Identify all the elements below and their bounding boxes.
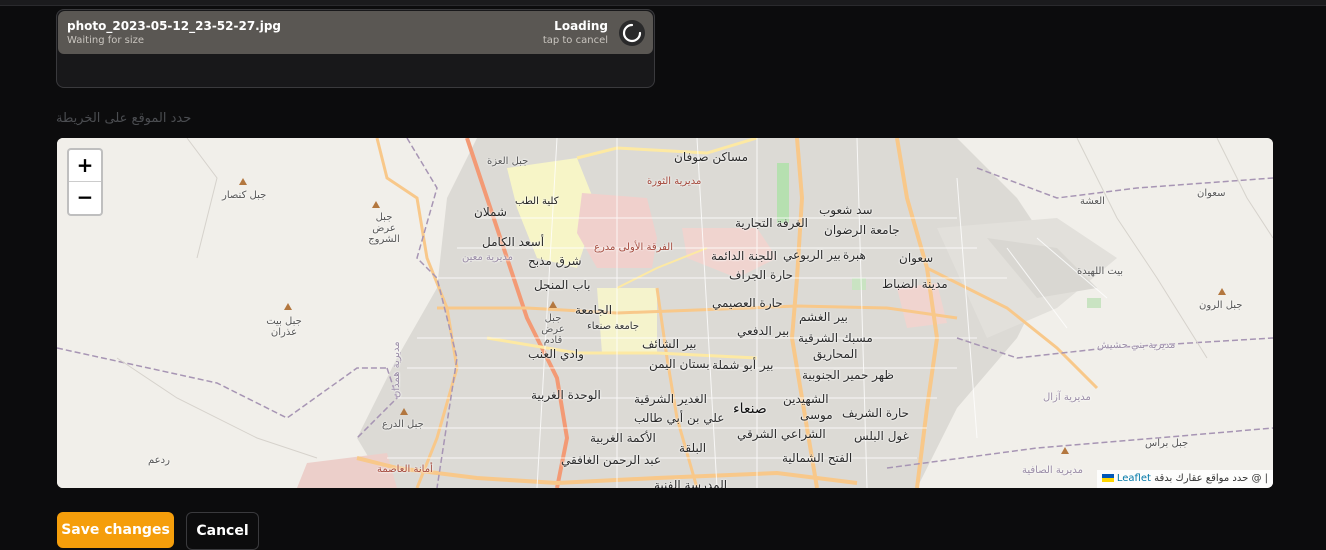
upload-status: Loading xyxy=(554,19,608,33)
cancel-button[interactable]: Cancel xyxy=(186,512,259,550)
place-label: مدينة الضباط xyxy=(882,277,948,291)
place-label: الفرقة الأولى مدرع xyxy=(594,242,673,253)
place-label: علي بن أبي طالب xyxy=(634,411,725,425)
file-name: photo_2023-05-12_23-52-27.jpg xyxy=(67,19,282,33)
place-label: جبل براس xyxy=(1145,438,1189,449)
file-size-status: Waiting for size xyxy=(67,35,145,46)
zoom-control: + − xyxy=(67,148,103,216)
place-label: مديرية آزال xyxy=(1043,392,1091,403)
place-label: جبل بيت عذران xyxy=(266,316,302,338)
place-label: الفتح الشمالية xyxy=(782,451,853,465)
place-label: جبل الرون xyxy=(1199,300,1243,311)
place-label: جبل الدرع xyxy=(382,419,424,430)
peak-icon xyxy=(549,301,557,308)
place-label: بير الشائف xyxy=(642,337,697,351)
place-label: باب المنجل xyxy=(534,278,591,292)
place-label: مديرية بني حشيش xyxy=(1097,340,1176,351)
place-label: موسى xyxy=(800,408,833,422)
place-label: حارة العصيمي xyxy=(712,296,783,310)
place-label: حارة الشريف xyxy=(842,406,910,420)
place-label: الجامعة xyxy=(575,303,613,317)
place-label: جامعة صنعاء xyxy=(587,321,640,332)
map-instruction-label: حدد الموقع على الخريطة xyxy=(56,111,192,126)
place-label: مديرية همدان xyxy=(391,341,402,398)
place-label: الشراعي الشرقي xyxy=(737,427,826,441)
place-label: صنعاء xyxy=(733,401,767,417)
place-label: البلقة xyxy=(679,441,707,455)
map-attribution: Leaflet حدد مواقع عقارك بدقة @ | xyxy=(1096,470,1273,488)
place-label: الشهيدين xyxy=(783,392,829,406)
cancel-hint: tap to cancel xyxy=(542,35,608,46)
place-label: شرق مذبح xyxy=(528,254,582,268)
peak-icon xyxy=(239,178,247,185)
place-label: مساكن صوفان xyxy=(674,150,749,164)
place-label: شملان xyxy=(474,205,507,219)
file-upload-panel[interactable]: photo_2023-05-12_23-52-27.jpg Waiting fo… xyxy=(56,9,655,88)
place-label: بيت اللهيدة xyxy=(1077,266,1124,277)
ukraine-flag-icon xyxy=(1101,474,1114,482)
place-label: كلية الطب xyxy=(515,196,559,207)
place-label: مديرية الصافية xyxy=(1022,465,1083,476)
peak-icon xyxy=(1218,288,1226,295)
place-label: بير أبو شملة xyxy=(712,358,774,372)
place-label: أمانة العاصمة xyxy=(377,464,433,475)
place-label: جبل كنصار xyxy=(222,190,267,201)
top-border xyxy=(0,0,1326,6)
place-label: مديرية معين xyxy=(462,252,514,263)
place-label: جبل عرض الشروج xyxy=(368,212,400,245)
place-label: هبرة xyxy=(843,248,866,262)
zoom-out-button[interactable]: − xyxy=(69,182,101,213)
peak-icon xyxy=(400,408,408,415)
zoom-in-button[interactable]: + xyxy=(69,150,101,182)
location-map[interactable]: مساكن صوفان مديرية الثورة كلية الطب شملا… xyxy=(57,138,1273,488)
place-label: مديرية الثورة xyxy=(647,176,702,187)
place-label: بستان اليمن xyxy=(649,357,710,371)
peak-icon xyxy=(284,303,292,310)
place-label: جبل عرض قادم xyxy=(541,313,565,346)
peak-icon xyxy=(372,201,380,208)
place-label: العشة xyxy=(1080,196,1105,207)
place-label: اللجنة الدائمة xyxy=(711,249,777,263)
loading-spinner-icon[interactable] xyxy=(619,20,645,46)
place-label: الأكمة الغربية xyxy=(590,431,656,445)
peak-icon xyxy=(1061,447,1069,454)
place-label: سعوان xyxy=(1197,188,1226,199)
place-label: بير الربوعي xyxy=(783,248,841,262)
place-label: جامعة الرضوان xyxy=(824,223,900,237)
upload-file-item[interactable]: photo_2023-05-12_23-52-27.jpg Waiting fo… xyxy=(58,11,653,54)
place-label: جبل العزة xyxy=(487,156,529,167)
attribution-text: حدد مواقع عقارك بدقة @ | xyxy=(1154,473,1268,484)
place-label: عبد الرحمن الغافقي xyxy=(561,453,662,467)
place-label: ظهر حمير الجنوبية xyxy=(802,368,894,382)
place-label: بير الغشم xyxy=(799,310,848,324)
place-label: الغرفة التجارية xyxy=(735,216,808,230)
place-label: المحاريق xyxy=(813,347,858,361)
leaflet-link[interactable]: Leaflet xyxy=(1117,473,1151,484)
place-label: غول البلس xyxy=(854,429,909,443)
place-label: أسعد الكامل xyxy=(482,235,545,249)
place-label: سد شعوب xyxy=(819,203,873,217)
place-label: وادي العنب xyxy=(528,347,584,361)
place-label: مسبك الشرقية xyxy=(798,331,873,345)
place-label: بير الدفعي xyxy=(737,324,790,338)
place-label: ردعم xyxy=(148,455,170,466)
place-label: المدرسة الفنية xyxy=(654,478,728,488)
place-label: حارة الجراف xyxy=(729,268,794,282)
place-label: سعوان xyxy=(899,251,934,265)
place-label: الغدير الشرقية xyxy=(634,392,707,406)
place-label: الوحدة الغربية xyxy=(531,388,601,402)
